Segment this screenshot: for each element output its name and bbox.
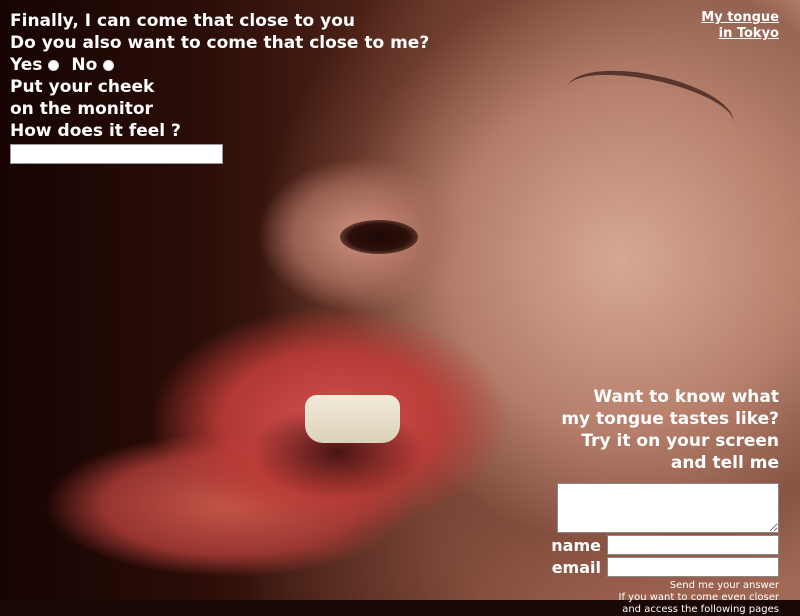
note-line-1: Send me your answer (669, 580, 779, 591)
name-row: name (539, 535, 779, 555)
note-line-2: If you want to come even closer (618, 592, 779, 603)
name-label: name (551, 535, 601, 555)
name-input[interactable] (607, 535, 779, 555)
intro-form: Finally, I can come that close to you Do… (10, 10, 429, 164)
taste-line-4: and tell me (670, 453, 779, 473)
intro-line-2: Do you also want to come that close to m… (10, 33, 430, 53)
intro-line-5: How does it feel ? (10, 121, 181, 141)
intro-line-3: Put your cheek (10, 77, 155, 97)
answer-textarea[interactable] (557, 483, 779, 533)
email-label: email (551, 557, 601, 577)
no-radio[interactable] (103, 59, 115, 71)
feel-input[interactable] (10, 144, 223, 164)
no-label: No (71, 55, 98, 75)
yes-no-radio-group: Yes No (10, 54, 429, 76)
nostril (340, 220, 418, 254)
taste-line-2: my tongue tastes like? (561, 409, 779, 429)
taste-form: Want to know what my tongue tastes like?… (539, 386, 779, 616)
link-line-1: My tongue (701, 10, 779, 25)
taste-line-3: Try it on your screen (581, 431, 779, 451)
link-line-2: in Tokyo (718, 26, 779, 41)
note-line-3: and access the following pages (622, 604, 779, 615)
email-row: email (539, 557, 779, 577)
taste-line-1: Want to know what (593, 387, 779, 407)
send-note: Send me your answer If you want to come … (539, 580, 779, 616)
intro-line-4: on the monitor (10, 99, 153, 119)
intro-line-1: Finally, I can come that close to you (10, 11, 356, 31)
yes-radio[interactable] (48, 59, 60, 71)
email-input[interactable] (607, 557, 779, 577)
my-tongue-in-tokyo-link[interactable]: My tongue in Tokyo (701, 10, 779, 42)
teeth (305, 395, 400, 443)
yes-label: Yes (10, 55, 43, 75)
